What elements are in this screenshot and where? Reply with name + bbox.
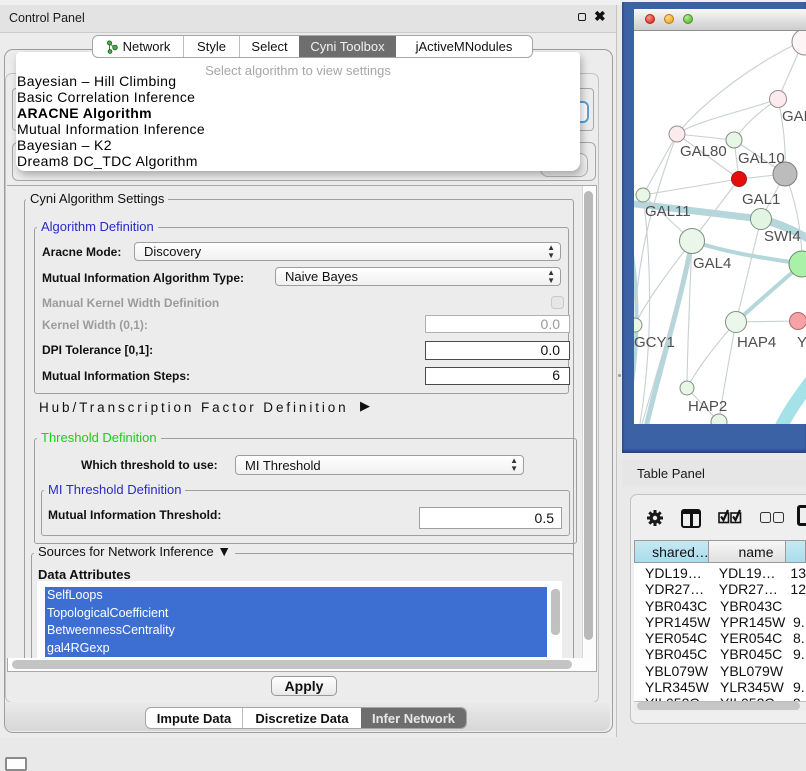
svg-text:GAL11: GAL11 [645, 203, 691, 220]
svg-text:GAL10: GAL10 [738, 150, 785, 167]
svg-text:GAL1: GAL1 [742, 191, 780, 208]
svg-text:GAL80: GAL80 [680, 143, 727, 160]
svg-text:HAP2: HAP2 [688, 398, 727, 415]
svg-text:GCY1: GCY1 [634, 334, 675, 351]
svg-text:Y: Y [797, 334, 806, 351]
svg-text:SWI4: SWI4 [764, 228, 801, 245]
svg-text:GAL4: GAL4 [693, 255, 731, 272]
svg-text:GAL: GAL [782, 108, 806, 125]
svg-text:HAP4: HAP4 [737, 334, 776, 351]
